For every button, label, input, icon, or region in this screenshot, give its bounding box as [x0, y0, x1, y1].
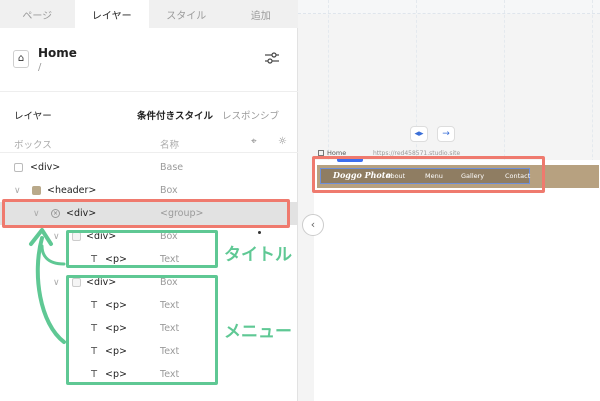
highlight-canvas-header [312, 156, 545, 193]
visibility-icon[interactable]: ☼ [278, 136, 287, 147]
cursor-icon[interactable]: ⌖ [251, 136, 257, 147]
column-box: ボックス [14, 140, 52, 151]
highlight-menu-group [66, 275, 218, 385]
box-icon [14, 163, 23, 172]
layer-subtabs: レイヤー 条件付きスタイル レスポンシブ [0, 108, 298, 126]
layer-type: Base [160, 162, 184, 173]
layer-row[interactable]: <div> Base [0, 156, 298, 179]
canvas-ruler [298, 0, 600, 14]
page-header: ⌂ Home / [0, 28, 298, 92]
page-frame[interactable] [314, 160, 600, 401]
design-canvas[interactable] [298, 0, 600, 401]
chevron-down-icon[interactable]: ∨ [14, 186, 21, 196]
subtab-conditional[interactable]: 条件付きスタイル [137, 108, 213, 122]
chevron-left-icon[interactable]: ‹ [302, 214, 324, 236]
annotation-title-label: タイトル [224, 245, 292, 265]
annotation-arrow [29, 228, 66, 344]
sliders-icon[interactable] [264, 50, 280, 66]
subtab-responsive[interactable]: レスポンシブ [222, 108, 279, 122]
annotation-menu-label: メニュー [224, 322, 292, 342]
dot-indicator [258, 231, 261, 234]
resize-horizontal-icon[interactable]: ◂▸ [410, 126, 428, 142]
tab-page[interactable]: ページ [0, 0, 75, 28]
subtab-layer[interactable]: レイヤー [14, 108, 52, 122]
tab-style[interactable]: スタイル [149, 0, 224, 28]
header-box-icon [32, 186, 41, 195]
tab-layer[interactable]: レイヤー [74, 0, 149, 28]
page-title: Home [38, 46, 77, 60]
layer-type: Box [160, 185, 178, 196]
column-name: 名称 [160, 140, 180, 151]
layer-name: <div> [30, 162, 61, 173]
layer-name: <header> [47, 185, 97, 196]
panel-tabs: ページ レイヤー スタイル 追加 [0, 0, 298, 28]
page-path: / [38, 62, 42, 73]
home-icon: ⌂ [13, 50, 29, 68]
layer-column-headers: ボックス 名称 ⌖ ☼ [0, 135, 298, 153]
highlight-title-group [66, 230, 218, 268]
tab-add[interactable]: 追加 [224, 0, 299, 28]
arrow-right-icon[interactable]: → [437, 126, 455, 142]
